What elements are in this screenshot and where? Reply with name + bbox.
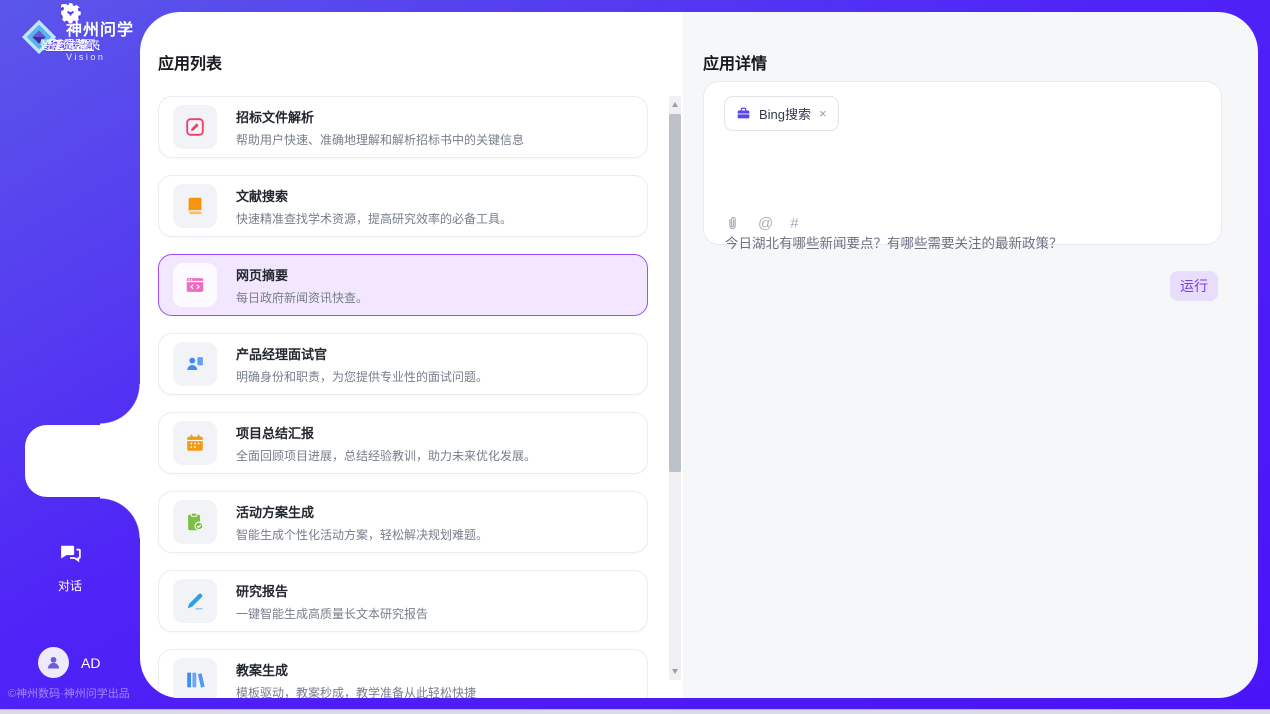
run-button[interactable]: 运行 (1170, 271, 1218, 301)
app-card[interactable]: 产品经理面试官 明确身份和职责，为您提供专业性的面试问题。 (158, 333, 648, 395)
books-icon (173, 658, 217, 698)
bing-search-tag[interactable]: Bing搜索 × (724, 96, 839, 131)
app-card[interactable]: 项目总结汇报 全面回顾项目进展，总结经验教训，助力未来优化发展。 (158, 412, 648, 474)
app-card[interactable]: 研究报告 一键智能生成高质量长文本研究报告 (158, 570, 648, 632)
user-avatar-icon (38, 647, 69, 678)
interview-icon (173, 342, 217, 386)
list-scrollbar[interactable] (669, 96, 681, 680)
sidebar: 神州问学 Smart Vision 对话 智能文件夹 工具集 (0, 0, 140, 709)
content-area: 应用列表 招标文件解析 帮助用户快速、准确地理解和解析招标书中的关键信息 (140, 12, 1258, 698)
mention-icon[interactable]: @ (758, 215, 773, 232)
browser-icon (173, 263, 217, 307)
gear-icon (58, 0, 83, 30)
paperclip-icon[interactable] (724, 215, 741, 232)
hashtag-icon[interactable]: # (790, 215, 798, 232)
app-card[interactable]: 招标文件解析 帮助用户快速、准确地理解和解析招标书中的关键信息 (158, 96, 648, 158)
bubble-fillet-top (100, 384, 141, 425)
scroll-down-icon[interactable] (672, 669, 678, 674)
book-icon (173, 184, 217, 228)
tag-label: Bing搜索 (759, 104, 811, 123)
bubble-fillet-bottom (100, 497, 141, 538)
window-bottom-edge (0, 709, 1270, 714)
sidebar-item-gear[interactable]: 系统设置 (0, 0, 140, 53)
app-card-list: 招标文件解析 帮助用户快速、准确地理解和解析招标书中的关键信息 文献搜索 快速精… (158, 96, 648, 698)
clipboard-check-icon (173, 500, 217, 544)
chat-icon (58, 541, 83, 571)
report-icon (173, 579, 217, 623)
app-card[interactable]: 文献搜索 快速精准查找学术资源，提高研究效率的必备工具。 (158, 175, 648, 237)
app-card[interactable]: 教案生成 模板驱动，教案秒成，教学准备从此轻松快捷 (158, 649, 648, 698)
prompt-input[interactable]: 今日湖北有哪些新闻要点？有哪些需要关注的最新政策？ (725, 232, 1201, 252)
copyright-footer: ©神州数码·神州问学出品 (8, 685, 140, 701)
tag-close-icon[interactable]: × (819, 107, 827, 120)
calendar-icon (173, 421, 217, 465)
user-name: AD (81, 655, 100, 671)
active-nav-bubble (25, 425, 141, 497)
user-account[interactable]: AD (38, 647, 100, 678)
app-list-title: 应用列表 (158, 50, 222, 74)
scroll-up-icon[interactable] (672, 102, 678, 107)
app-card[interactable]: 网页摘要 每日政府新闻资讯快查。 (158, 254, 648, 316)
prompt-card: Bing搜索 × 今日湖北有哪些新闻要点？有哪些需要关注的最新政策？ @ # (703, 81, 1222, 245)
app-list-panel: 应用列表 招标文件解析 帮助用户快速、准确地理解和解析招标书中的关键信息 (140, 12, 683, 698)
sidebar-item-chat[interactable]: 对话 (0, 541, 140, 594)
doc-edit-icon (173, 105, 217, 149)
app-detail-title: 应用详情 (703, 50, 767, 74)
input-toolbar: @ # (724, 215, 799, 232)
app-detail-panel: 应用详情 Bing搜索 × 今日湖北有哪些新闻要点？有哪些需要关注的最新政策？ (683, 12, 1258, 698)
briefcase-icon (736, 106, 751, 121)
scrollbar-thumb[interactable] (669, 114, 681, 472)
app-window: 神州问学 Smart Vision 对话 智能文件夹 工具集 (0, 0, 1270, 714)
app-card[interactable]: 活动方案生成 智能生成个性化活动方案，轻松解决规划难题。 (158, 491, 648, 553)
